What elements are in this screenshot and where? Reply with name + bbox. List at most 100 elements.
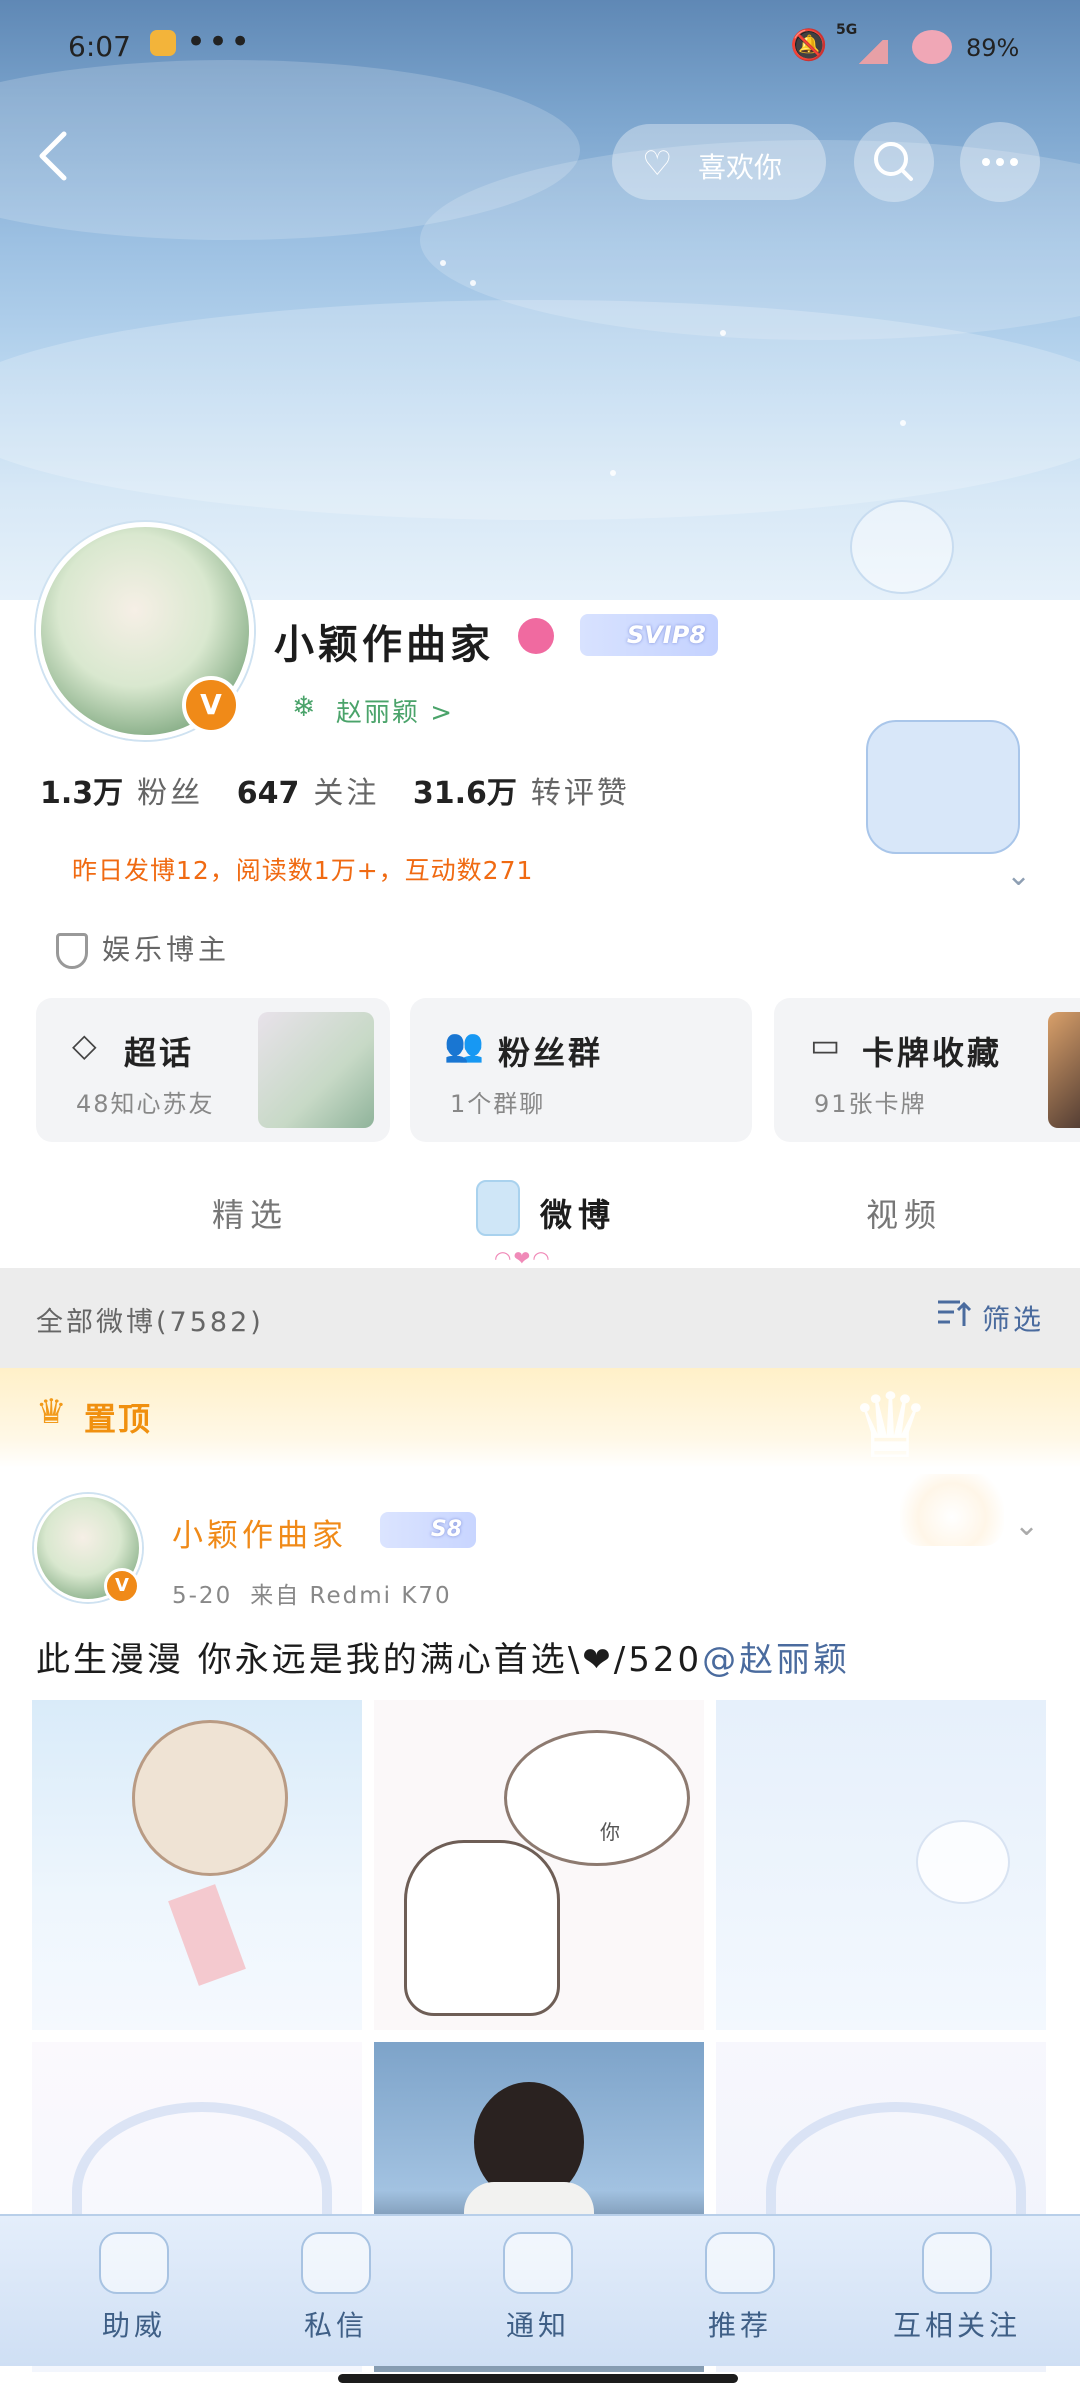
hand-heart-icon: ♡ xyxy=(642,144,673,184)
identity-text: 娱乐博主 xyxy=(102,933,231,966)
stat-value: 31.6万 xyxy=(412,776,517,811)
bear-sticker-icon xyxy=(916,1820,1010,1904)
crown-icon: ♛ xyxy=(36,1392,67,1432)
supertopic-tag[interactable]: ❄ 赵丽颖 > xyxy=(270,680,474,732)
post-text-heart: \❤/ xyxy=(567,1640,629,1680)
verified-badge: V xyxy=(182,676,240,734)
activity-summary[interactable]: 昨日发博12，阅读数1万+，互动数271 xyxy=(38,844,592,898)
status-time: 6:07 xyxy=(68,30,131,63)
nav-label: 私信 xyxy=(303,2309,368,2342)
status-bar: 6:07 ••• 🔕 5G 89% xyxy=(0,0,1080,96)
wings-heart-icon: ◠❤◠ xyxy=(494,1246,552,1270)
post-level-badge[interactable]: S8 xyxy=(380,1512,476,1548)
name-badge-icon[interactable] xyxy=(518,618,554,654)
lamp-icon xyxy=(922,2232,992,2294)
stat-label: 转评赞 xyxy=(530,776,630,811)
card-subtitle: 1个群聊 xyxy=(450,1090,546,1118)
sparkle xyxy=(720,330,726,336)
wave-shape xyxy=(0,300,1080,520)
profile-stats: 1.3万 粉丝 647 关注 31.6万 转评赞 xyxy=(40,768,654,812)
filter-button[interactable]: 筛选 xyxy=(982,1298,1044,1338)
stat-interactions[interactable]: 31.6万 转评赞 xyxy=(413,768,630,812)
bunny-drawing-icon xyxy=(404,1840,560,2016)
card-card-collection[interactable]: ▭ 卡牌收藏 91张卡牌 xyxy=(774,998,1080,1142)
card-supertopic[interactable]: ◇ 超话 48知心苏友 xyxy=(36,998,390,1142)
nav-label: 通知 xyxy=(505,2309,570,2342)
bottle-icon xyxy=(503,2232,573,2294)
all-posts-count: 全部微博(7582) xyxy=(36,1307,264,1338)
sparkle xyxy=(610,470,616,476)
group-icon: 👥 xyxy=(444,1026,484,1064)
card-thumbnail xyxy=(1048,1012,1080,1128)
heart-bubble-text: 你 xyxy=(600,1820,620,1844)
post-text: 此生漫漫 你永远是我的满心首选\❤/520@赵丽颖 xyxy=(36,1632,850,1681)
sparkle xyxy=(900,420,906,426)
post-image[interactable]: 你 xyxy=(374,1700,704,2030)
nav-label: 推荐 xyxy=(707,2309,772,2342)
filter-icon[interactable] xyxy=(936,1296,972,1332)
search-button[interactable] xyxy=(854,122,934,202)
supertopic-tag-label: 赵丽颖 > xyxy=(336,698,455,728)
tab-weibo[interactable]: 微博 xyxy=(540,1190,616,1236)
card-thumbnail xyxy=(258,1012,374,1128)
battery-percent: 89% xyxy=(966,34,1020,62)
nav-notify[interactable]: 通知 xyxy=(458,2226,618,2356)
post-menu-chevron-icon[interactable]: ⌄ xyxy=(1014,1508,1039,1543)
card-icon: ▭ xyxy=(810,1026,841,1064)
sparkle xyxy=(470,280,476,286)
post-image[interactable] xyxy=(716,1700,1046,2030)
chevron-down-icon[interactable]: ⌄ xyxy=(1006,858,1031,893)
shield-icon xyxy=(56,933,88,969)
card-title: 超话 xyxy=(124,1034,195,1072)
nav-recommend[interactable]: 推荐 xyxy=(660,2226,820,2356)
post-text-main: 此生漫漫 你永远是我的满心首选 xyxy=(36,1640,568,1680)
post-mention[interactable]: @赵丽颖 xyxy=(702,1640,850,1680)
post-verified-badge: V xyxy=(104,1568,140,1604)
heart-bubble-icon xyxy=(504,1730,690,1866)
nav-label: 助威 xyxy=(101,2309,166,2342)
post-source: 来自 Redmi K70 xyxy=(250,1583,452,1609)
stat-value: 1.3万 xyxy=(40,776,124,811)
gift-icon xyxy=(301,2232,371,2294)
cat-deco-icon xyxy=(900,1474,1004,1546)
app-notification-icon xyxy=(150,30,176,56)
card-title: 粉丝群 xyxy=(498,1034,604,1072)
post-date: 5-20 xyxy=(172,1583,233,1609)
nav-cheer[interactable]: 助威 xyxy=(54,2226,214,2356)
crown-deco-icon: ♛ xyxy=(850,1374,931,1479)
back-icon[interactable] xyxy=(32,126,76,186)
mute-bell-icon: 🔕 xyxy=(790,28,828,63)
identity-label[interactable]: 娱乐博主 xyxy=(56,928,230,969)
post-meta: 5-20 来自 Redmi K70 xyxy=(172,1576,452,1610)
stat-value: 647 xyxy=(236,776,300,811)
card-subtitle: 91张卡牌 xyxy=(814,1090,927,1118)
stat-label: 粉丝 xyxy=(137,776,204,811)
like-label: 喜欢你 xyxy=(698,151,783,184)
nav-mutual-follow[interactable]: 互相关注 xyxy=(862,2226,1052,2356)
more-button[interactable] xyxy=(960,122,1040,202)
card-fan-group[interactable]: 👥 粉丝群 1个群聊 xyxy=(410,998,752,1142)
home-indicator[interactable] xyxy=(338,2374,738,2383)
signal-icon xyxy=(854,40,888,64)
svip-badge[interactable]: SVIP8 xyxy=(580,614,718,656)
basket-icon xyxy=(705,2232,775,2294)
candy-icon xyxy=(99,2232,169,2294)
pinned-label: 置顶 xyxy=(84,1400,153,1438)
diamond-icon: ◇ xyxy=(72,1026,97,1064)
wish-tag-icon xyxy=(168,1884,246,1986)
post-image[interactable] xyxy=(32,1700,362,2030)
card-title: 卡牌收藏 xyxy=(862,1034,1003,1072)
like-button[interactable]: ♡ 喜欢你 xyxy=(612,124,826,200)
stat-followers[interactable]: 1.3万 粉丝 xyxy=(40,768,203,812)
nav-message[interactable]: 私信 xyxy=(256,2226,416,2356)
stat-label: 关注 xyxy=(313,776,380,811)
profile-name: 小颖作曲家 xyxy=(274,622,494,668)
snowflake-icon: ❄ xyxy=(292,690,316,723)
post-text-number: 520 xyxy=(628,1640,703,1680)
stat-following[interactable]: 647 关注 xyxy=(237,768,380,812)
more-dots-icon xyxy=(982,158,1018,166)
tab-featured[interactable]: 精选 xyxy=(212,1190,288,1236)
status-more: ••• xyxy=(186,22,253,62)
post-author[interactable]: 小颖作曲家 xyxy=(172,1510,347,1555)
tab-video[interactable]: 视频 xyxy=(866,1190,942,1236)
